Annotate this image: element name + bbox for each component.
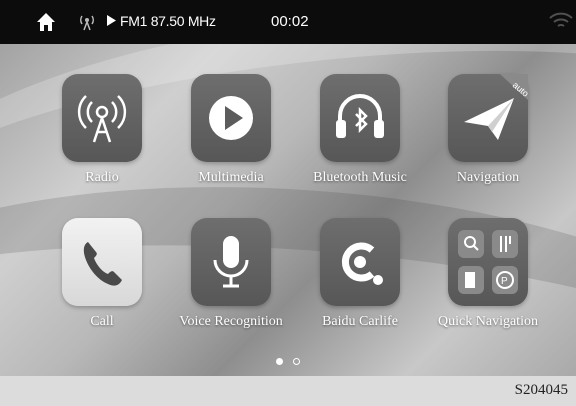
quick-nav-grid-icon: P — [458, 230, 518, 294]
clock: 00:02 — [271, 13, 309, 30]
app-quick-navigation[interactable]: P Quick Navigation — [413, 218, 563, 330]
app-radio[interactable]: Radio — [27, 74, 177, 186]
multimedia-tile[interactable] — [191, 74, 271, 162]
home-icon[interactable] — [36, 12, 56, 32]
app-multimedia[interactable]: Multimedia — [156, 74, 306, 186]
microphone-icon — [213, 236, 249, 288]
radio-tower-icon — [77, 95, 127, 143]
carlife-icon — [341, 242, 383, 285]
app-label: Call — [90, 314, 114, 329]
app-label: Multimedia — [198, 170, 264, 185]
play-circle-icon — [209, 96, 253, 140]
page-dot-active[interactable] — [276, 358, 283, 365]
call-tile[interactable] — [62, 218, 142, 306]
figure-caption-bar: S204045 — [0, 376, 576, 406]
head-unit-screen: FM1 87.50 MHz 00:02 Radio Multimedia Blu… — [0, 0, 576, 376]
baidu-carlife-tile[interactable] — [320, 218, 400, 306]
status-bar: FM1 87.50 MHz 00:02 — [0, 0, 576, 44]
radio-signal-icon — [80, 15, 94, 31]
svg-text:P: P — [501, 276, 508, 287]
radio-tile[interactable] — [62, 74, 142, 162]
play-icon — [107, 15, 116, 26]
app-navigation[interactable]: auto Navigation — [413, 74, 563, 186]
page-dot-inactive[interactable] — [293, 358, 301, 365]
app-label: Voice Recognition — [179, 314, 283, 329]
app-grid: Radio Multimedia Bluetooth Music auto Na… — [0, 44, 576, 376]
page-indicator — [276, 352, 306, 370]
quick-navigation-tile[interactable]: P — [448, 218, 528, 306]
bluetooth-headphones-icon — [336, 94, 384, 138]
bluetooth-music-tile[interactable] — [320, 74, 400, 162]
app-label: Navigation — [456, 170, 520, 185]
voice-recognition-tile[interactable] — [191, 218, 271, 306]
radio-frequency: FM1 87.50 MHz — [120, 13, 216, 29]
navigation-tile[interactable]: auto — [448, 74, 528, 162]
figure-code: S204045 — [514, 382, 568, 398]
phone-icon — [83, 242, 122, 286]
app-voice-recognition[interactable]: Voice Recognition — [156, 218, 306, 330]
wifi-icon — [549, 12, 573, 27]
paper-plane-icon: auto — [464, 74, 528, 140]
app-call[interactable]: Call — [27, 218, 177, 330]
app-label: Quick Navigation — [438, 314, 538, 329]
app-label: Radio — [85, 170, 119, 185]
